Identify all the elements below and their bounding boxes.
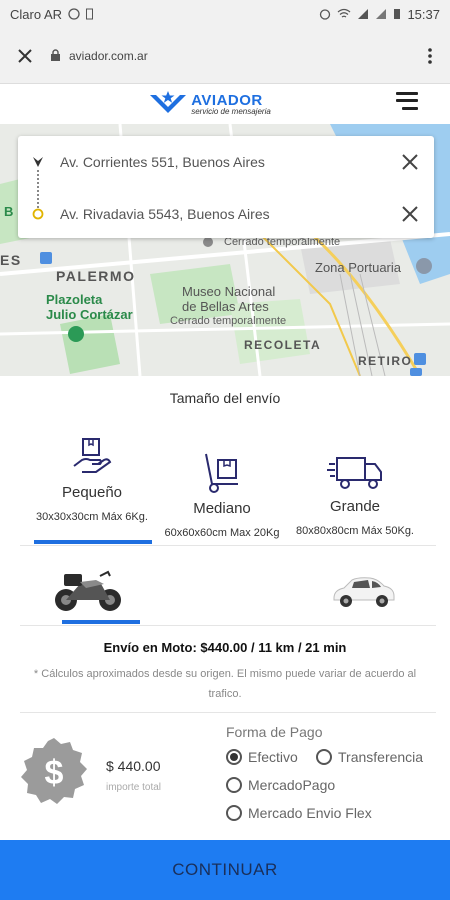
clear-destination-icon[interactable]	[400, 204, 420, 224]
vehicle-divider	[20, 625, 436, 626]
size-dims-small: 30x30x30cm Máx 6Kg.	[36, 511, 148, 523]
map-label-zona-portuaria: Zona Portuaria	[315, 260, 401, 275]
size-dims-large: 80x80x80cm Máx 50Kg.	[295, 525, 414, 537]
hamburger-line	[402, 106, 418, 110]
payment-option-mercado-envio-flex[interactable]: Mercado Envio Flex	[226, 805, 372, 821]
summary-divider	[20, 712, 436, 713]
size-option-small[interactable]: Pequeño 30x30x30cm Máx 6Kg.	[30, 436, 154, 523]
destination-row[interactable]: Av. Rivadavia 5543, Buenos Aires	[18, 194, 434, 234]
radio-mercadopago[interactable]	[226, 777, 242, 793]
map-label-palermo: PALERMO	[56, 268, 136, 284]
hamburger-line	[396, 92, 418, 96]
price-badge: $	[18, 736, 90, 808]
dollar-badge-icon: $	[21, 738, 87, 804]
size-name-small: Pequeño	[61, 484, 123, 501]
size-dims-medium: 60x60x60cm Max 20Kg	[164, 527, 280, 539]
map-label-museo: Museo Nacional	[182, 284, 276, 299]
payment-label-efectivo: Efectivo	[248, 749, 298, 765]
hand-truck-icon	[205, 453, 238, 493]
payment-method-title: Forma de Pago	[226, 724, 323, 740]
route-card: Av. Corrientes 551, Buenos Aires Av. Riv…	[18, 136, 434, 238]
signal-icon	[358, 9, 369, 19]
clear-origin-icon[interactable]	[400, 152, 420, 172]
origin-marker-icon	[33, 157, 43, 167]
size-name-large: Grande	[329, 498, 381, 515]
payment-label-transferencia: Transferencia	[338, 749, 424, 765]
estimate-disclaimer: * Cálculos aproximados desde su origen. …	[33, 668, 417, 700]
payment-option-efectivo[interactable]: Efectivo	[226, 749, 298, 765]
delivery-truck-icon	[327, 457, 382, 489]
carrier-label: Claro AR	[10, 6, 63, 22]
destination-address[interactable]: Av. Rivadavia 5543, Buenos Aires	[60, 206, 270, 222]
radio-efectivo[interactable]	[226, 749, 242, 765]
browser-toolbar: aviador.com.ar	[0, 28, 450, 84]
size-option-medium[interactable]: Mediano 60x60x60cm Max 20Kg	[160, 450, 284, 539]
map-label-plazoleta: Plazoleta	[46, 292, 103, 307]
payment-label-mercadopago: MercadoPago	[248, 777, 336, 793]
app-header: AVIADOR servicio de mensajeria	[0, 84, 450, 124]
shipment-summary: Envío en Moto: $440.00 / 11 km / 21 min	[103, 640, 347, 655]
size-section-title: Tamaño del envío	[169, 390, 281, 406]
brand-logo[interactable]: AVIADOR servicio de mensajeria	[149, 89, 271, 119]
browser-menu-button[interactable]	[410, 28, 450, 84]
payment-option-transferencia[interactable]: Transferencia	[316, 749, 423, 765]
hand-package-icon	[73, 438, 112, 473]
vehicle-option-auto[interactable]	[330, 574, 396, 610]
more-vert-icon	[428, 47, 432, 64]
address-bar[interactable]: aviador.com.ar	[50, 49, 410, 63]
map-label-cerrado-2: Cerrado temporalmente	[170, 315, 287, 327]
vehicle-selected-indicator	[62, 620, 140, 624]
car-icon	[333, 577, 395, 607]
map-label-retiro: RETIRO	[358, 354, 413, 368]
size-name-medium: Mediano	[193, 500, 251, 517]
price-caption: importe total	[106, 782, 162, 793]
url-text: aviador.com.ar	[69, 48, 148, 63]
map-label-recoleta: RECOLETA	[244, 338, 322, 352]
size-option-large[interactable]: Grande 80x80x80cm Máx 50Kg.	[290, 452, 420, 537]
wifi-icon	[338, 8, 351, 18]
payment-label-mercado-envio-flex: Mercado Envio Flex	[248, 805, 372, 821]
lock-icon	[51, 49, 60, 61]
logo-mark-icon	[150, 91, 187, 113]
origin-row[interactable]: Av. Corrientes 551, Buenos Aires	[18, 142, 434, 182]
price-amount: $ 440.00	[106, 758, 161, 774]
alarm-icon	[320, 9, 331, 20]
signal-icon-2	[376, 9, 387, 19]
motorcycle-icon	[55, 570, 121, 611]
battery-icon	[394, 9, 401, 19]
clock: 15:37	[407, 6, 440, 22]
size-divider	[20, 545, 436, 546]
map-label-cortazar: Julio Cortázar	[46, 307, 133, 322]
origin-address[interactable]: Av. Corrientes 551, Buenos Aires	[60, 154, 265, 170]
vehicle-option-moto[interactable]	[50, 568, 126, 614]
destination-marker-icon	[32, 208, 44, 220]
menu-button[interactable]	[396, 90, 418, 112]
map-label-bellas-artes: de Bellas Artes	[182, 299, 269, 314]
whatsapp-icon	[68, 8, 80, 20]
dollar-symbol: $	[45, 754, 64, 792]
radio-transferencia[interactable]	[316, 749, 332, 765]
brand-tagline: servicio de mensajeria	[191, 106, 271, 116]
map-label-es: ES	[0, 252, 22, 268]
map-label-b: B	[4, 204, 14, 219]
payment-option-mercadopago[interactable]: MercadoPago	[226, 777, 335, 793]
battery-notification-icon	[86, 8, 94, 20]
continue-button[interactable]: CONTINUAR	[0, 840, 450, 900]
close-icon	[18, 48, 32, 63]
size-selected-indicator	[34, 540, 152, 544]
brand-name: AVIADOR	[191, 91, 263, 109]
status-bar: Claro AR 15:37	[0, 0, 450, 28]
hamburger-line	[396, 99, 418, 103]
radio-mercado-envio-flex[interactable]	[226, 805, 242, 821]
close-tab-button[interactable]	[0, 28, 50, 84]
